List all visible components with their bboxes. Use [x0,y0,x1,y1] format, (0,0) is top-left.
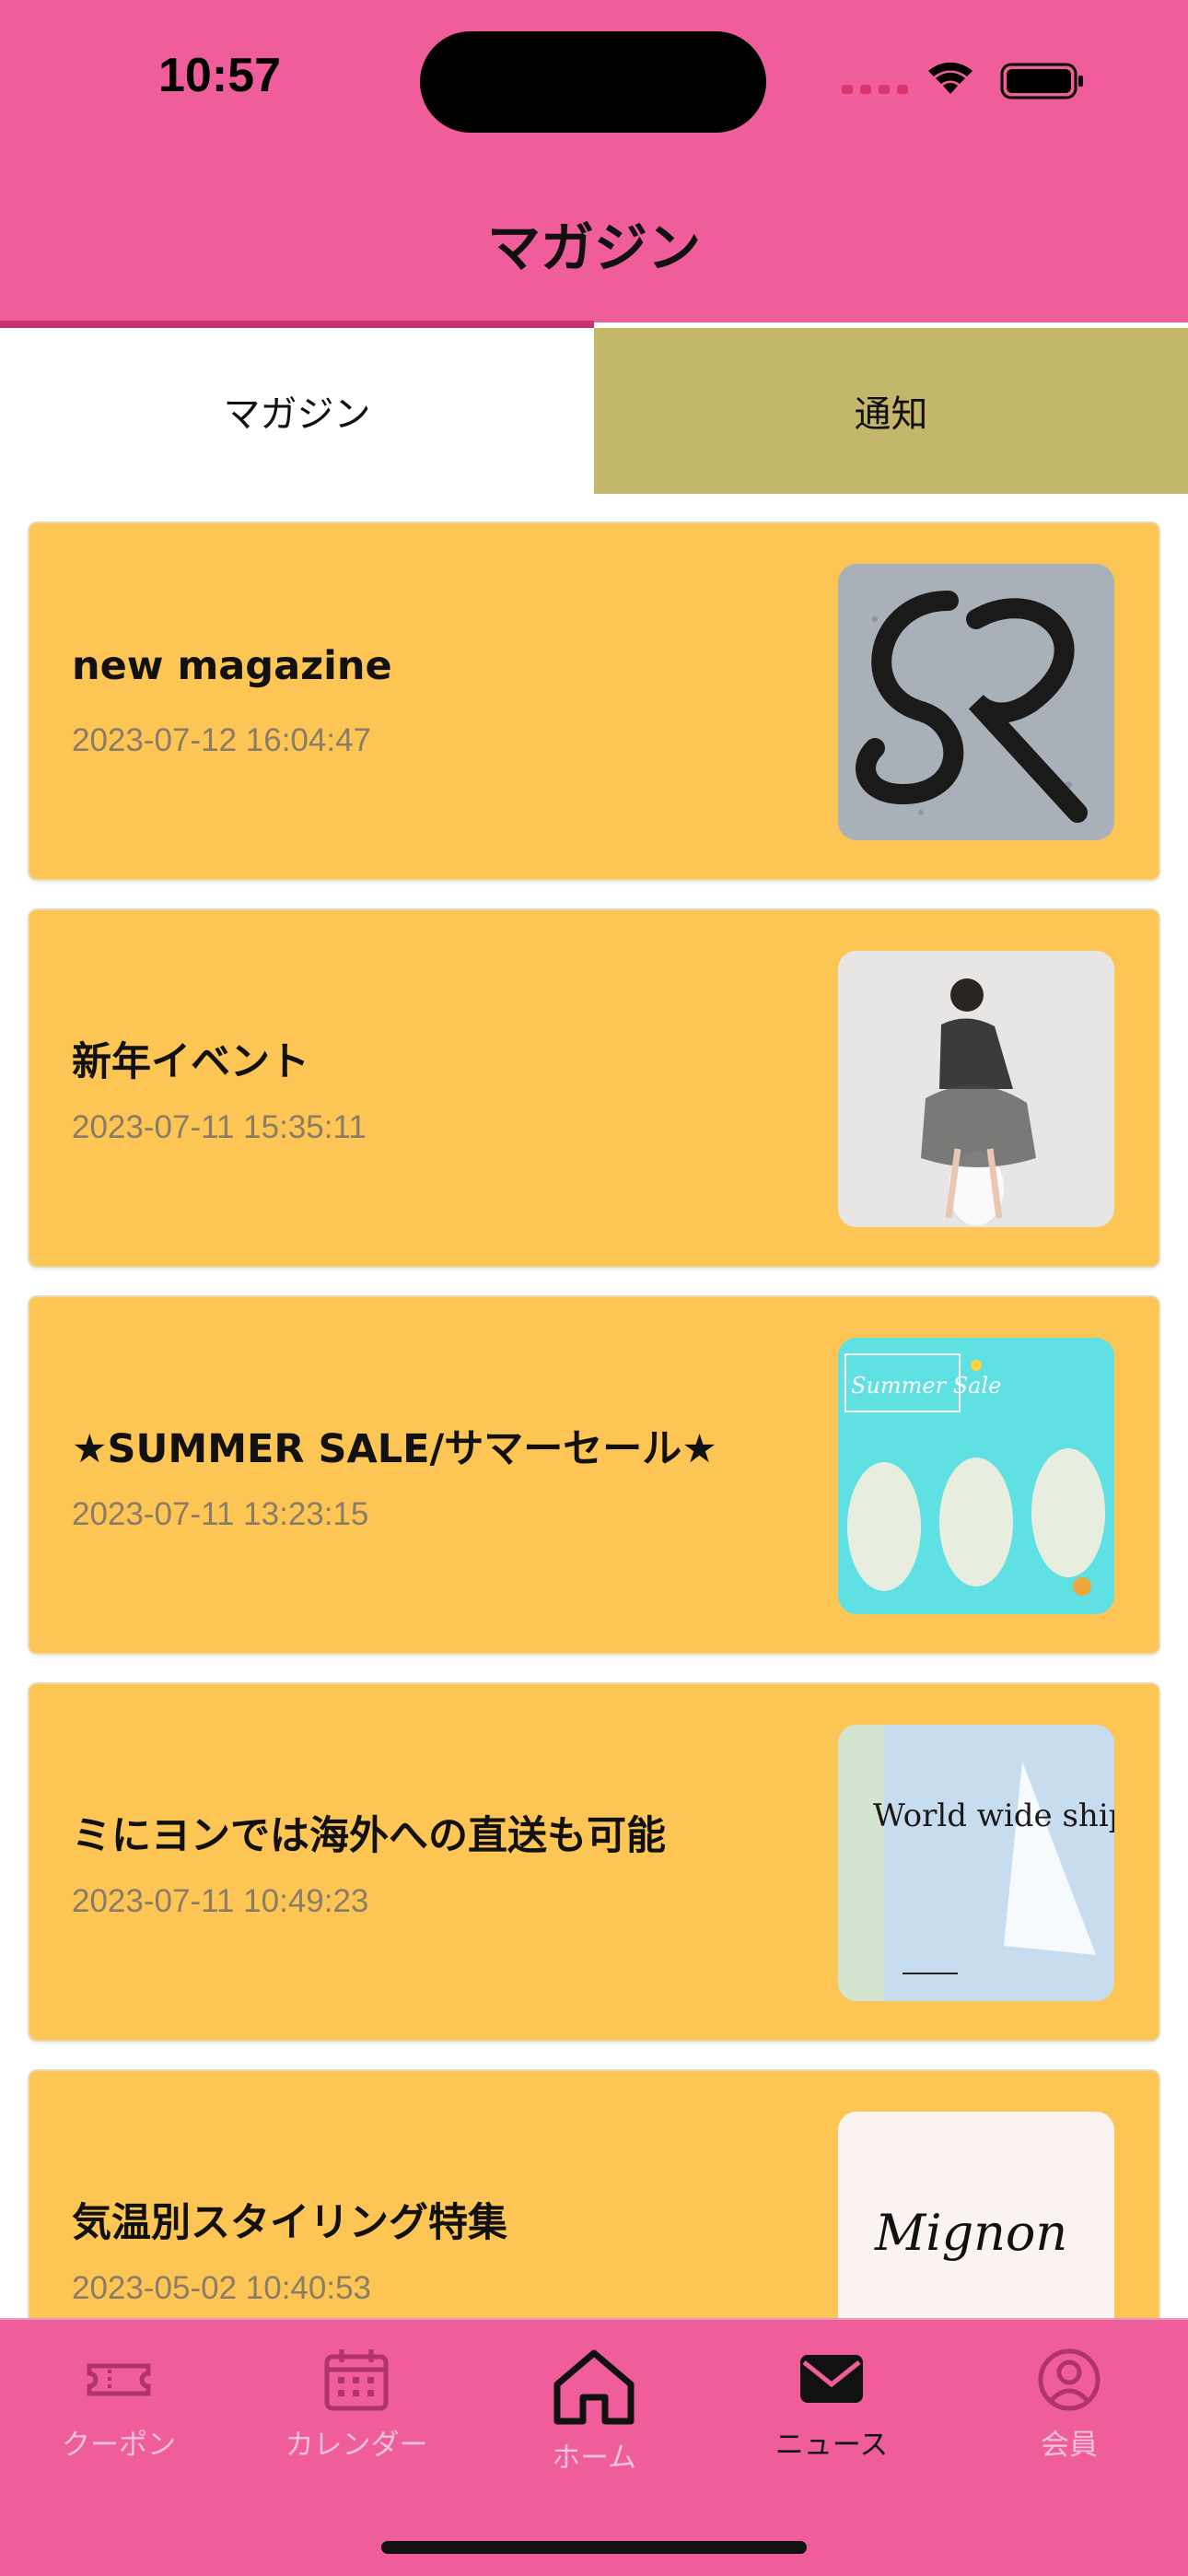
tab-news-label: ニュース [775,2429,889,2462]
home-icon [553,2349,635,2425]
tab-calendar-label: カレンダー [285,2429,428,2462]
thumbnail-text: Summer Sale [851,1373,1001,1399]
article-list[interactable]: new magazine 2023-07-12 16:04:47 新年イベント … [0,494,1188,2318]
article-date: 2023-07-11 10:49:23 [72,1883,369,1919]
article-title: 気温別スタイリング特集 [72,2200,507,2246]
article-thumbnail: Mignon [838,2112,1114,2318]
article-card[interactable]: 気温別スタイリング特集 2023-05-02 10:40:53 Mignon [29,2071,1159,2318]
tab-member-label: 会員 [1041,2429,1098,2462]
article-thumbnail [838,564,1114,840]
article-title: ★SUMMER SALE/サマーセール★ [72,1426,717,1472]
tab-notice[interactable]: 通知 [594,328,1188,494]
status-time: 10:57 [158,49,281,102]
bottom-tab-bar: クーポン カレンダー ホーム ニュース 会員 [0,2318,1188,2576]
article-title: ミにヨンでは海外への直送も可能 [72,1813,666,1859]
tab-indicator [0,321,594,328]
tab-calendar[interactable]: カレンダー [238,2348,475,2495]
thumbnail-text: Mignon [874,2204,1067,2262]
signal-icon [842,85,908,94]
article-card[interactable]: 新年イベント 2023-07-11 15:35:11 [29,910,1159,1266]
tab-coupon-label: クーポン [62,2429,176,2462]
wifi-icon [928,62,973,94]
article-thumbnail [838,951,1114,1227]
segment-tabs: マガジン 通知 [0,328,1188,494]
person-icon [1038,2348,1101,2411]
page-title: マガジン [486,217,701,279]
tab-home[interactable]: ホーム [475,2348,713,2495]
dynamic-island [420,31,766,133]
article-thumbnail: World wide shipping [838,1725,1114,2001]
thumbnail-text: World wide shipping [873,1797,1114,1834]
calendar-icon [324,2349,389,2411]
article-title: 新年イベント [72,1039,309,1085]
tab-member[interactable]: 会員 [950,2348,1188,2495]
article-title: new magazine [72,643,392,689]
app-header: 10:57 マガジン [0,0,1188,322]
article-thumbnail: Summer Sale [838,1338,1114,1614]
article-date: 2023-07-12 16:04:47 [72,722,371,758]
status-icons [842,62,1083,100]
article-card[interactable]: new magazine 2023-07-12 16:04:47 [29,523,1159,879]
ticket-icon [87,2363,151,2396]
article-card[interactable]: ★SUMMER SALE/サマーセール★ 2023-07-11 13:23:15… [29,1297,1159,1653]
envelope-icon [800,2355,863,2403]
battery-icon [1000,63,1083,100]
article-date: 2023-07-11 15:35:11 [72,1109,367,1145]
article-date: 2023-07-11 13:23:15 [72,1496,369,1532]
tab-coupon[interactable]: クーポン [0,2348,238,2495]
tab-news[interactable]: ニュース [713,2348,950,2495]
tab-home-label: ホーム [551,2441,637,2475]
article-date: 2023-05-02 10:40:53 [72,2270,371,2306]
article-card[interactable]: ミにヨンでは海外への直送も可能 2023-07-11 10:49:23 Worl… [29,1684,1159,2040]
home-indicator [381,2541,807,2554]
tab-magazine[interactable]: マガジン [0,328,594,494]
